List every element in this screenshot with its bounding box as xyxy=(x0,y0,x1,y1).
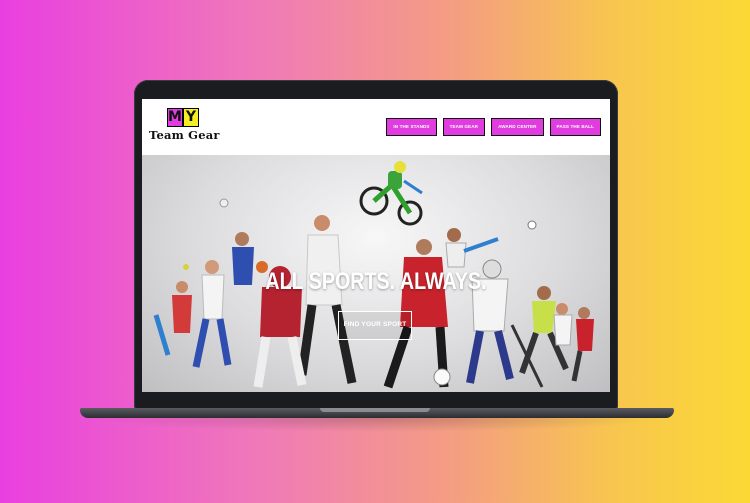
laptop-mockup: M Y Team Gear IN THE STANDS TEAM GEAR AW… xyxy=(0,0,750,503)
find-your-sport-button[interactable]: FIND YOUR SPORT xyxy=(338,311,412,340)
site-header: M Y Team Gear IN THE STANDS TEAM GEAR AW… xyxy=(142,99,610,155)
nav-pass-the-ball[interactable]: PASS THE BALL xyxy=(549,118,601,136)
nav-team-gear[interactable]: TEAM GEAR xyxy=(442,118,486,136)
hero-title: ALL SPORTS. ALWAYS. xyxy=(265,268,487,295)
soccer-player-illustration xyxy=(297,215,357,384)
logo-letter-y: Y xyxy=(183,108,199,127)
laptop-base-notch xyxy=(320,408,430,412)
motocross-rider-illustration xyxy=(359,161,423,226)
laptop-screen: M Y Team Gear IN THE STANDS TEAM GEAR AW… xyxy=(142,99,610,392)
logo-text: Team Gear xyxy=(149,128,220,142)
site-logo[interactable]: M Y Team Gear xyxy=(149,108,229,148)
laptop-shadow xyxy=(90,418,664,432)
hero-banner: ALL SPORTS. ALWAYS. FIND YOUR SPORT xyxy=(142,155,610,392)
right-players-illustration xyxy=(445,228,594,382)
left-players-illustration xyxy=(153,232,254,368)
nav-in-the-stands[interactable]: IN THE STANDS xyxy=(386,118,437,136)
main-nav: IN THE STANDS TEAM GEAR AWARD CENTER PAS… xyxy=(386,118,601,136)
nav-award-center[interactable]: AWARD CENTER xyxy=(491,118,544,136)
logo-letter-m: M xyxy=(167,108,183,127)
